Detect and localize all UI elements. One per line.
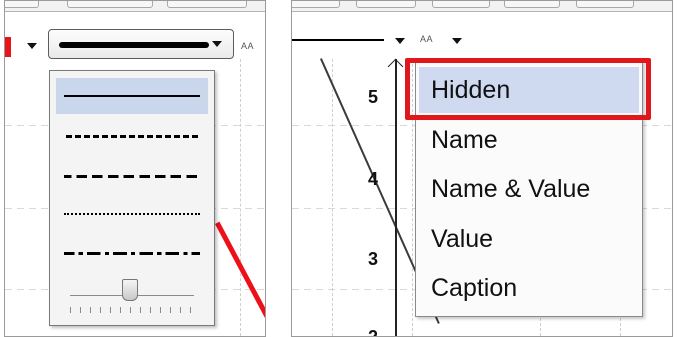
menu-item-caption[interactable]: Caption	[419, 265, 639, 311]
line-style-option-dash-dot[interactable]	[56, 235, 208, 271]
line-style-option-dotted[interactable]	[56, 196, 208, 232]
chevron-down-icon	[212, 41, 222, 47]
toolbar-tab-row	[292, 1, 672, 12]
style-toolbar: AA	[292, 1, 672, 59]
toolbar-tab[interactable]	[356, 1, 416, 8]
highlight-annotation	[405, 58, 651, 120]
line-style-option-dashed-short[interactable]	[56, 158, 208, 194]
line-style-panel: AA	[4, 0, 266, 337]
line-thickness-slider-thumb[interactable]	[122, 279, 138, 301]
y-axis	[395, 59, 397, 336]
menu-item-value[interactable]: Value	[419, 216, 639, 262]
style-toolbar: AA	[5, 1, 265, 59]
y-tick-label: 5	[368, 87, 379, 107]
toolbar-tab-row	[5, 1, 265, 12]
toolbar-tab[interactable]	[67, 1, 153, 8]
toolbar-tab[interactable]	[432, 1, 490, 8]
y-tick-label: 3	[368, 249, 379, 269]
menu-item-name-and-value[interactable]: Name & Value	[419, 166, 639, 212]
line-style-dropdown-arrow-icon[interactable]	[393, 34, 407, 48]
label-dropdown-arrow-icon[interactable]	[450, 34, 464, 48]
color-dropdown-arrow-icon[interactable]	[25, 39, 39, 53]
line-style-combo[interactable]	[48, 29, 234, 59]
y-tick-label: 4	[368, 169, 379, 189]
toolbar-tab[interactable]	[292, 1, 340, 8]
slider-ticks	[70, 307, 194, 313]
line-style-option-dashed-long[interactable]	[56, 118, 208, 154]
line-style-option-solid[interactable]	[56, 78, 208, 114]
y-tick-label: 2	[368, 327, 379, 337]
font-size-icon[interactable]: AA	[241, 41, 254, 51]
line-style-dropdown	[49, 70, 215, 326]
font-size-icon[interactable]: AA	[420, 34, 433, 44]
current-line-style-sample[interactable]	[292, 39, 384, 41]
toolbar-tab[interactable]	[167, 1, 247, 8]
toolbar-tab[interactable]	[5, 1, 39, 8]
color-swatch[interactable]	[5, 37, 11, 57]
label-style-panel: AA 5 4 3 2 Hidden Name Name & Value Valu…	[291, 0, 673, 337]
menu-item-name[interactable]: Name	[419, 117, 639, 163]
toolbar-tab[interactable]	[576, 1, 634, 8]
current-line-style-sample	[59, 42, 209, 48]
toolbar-tab[interactable]	[504, 1, 560, 8]
